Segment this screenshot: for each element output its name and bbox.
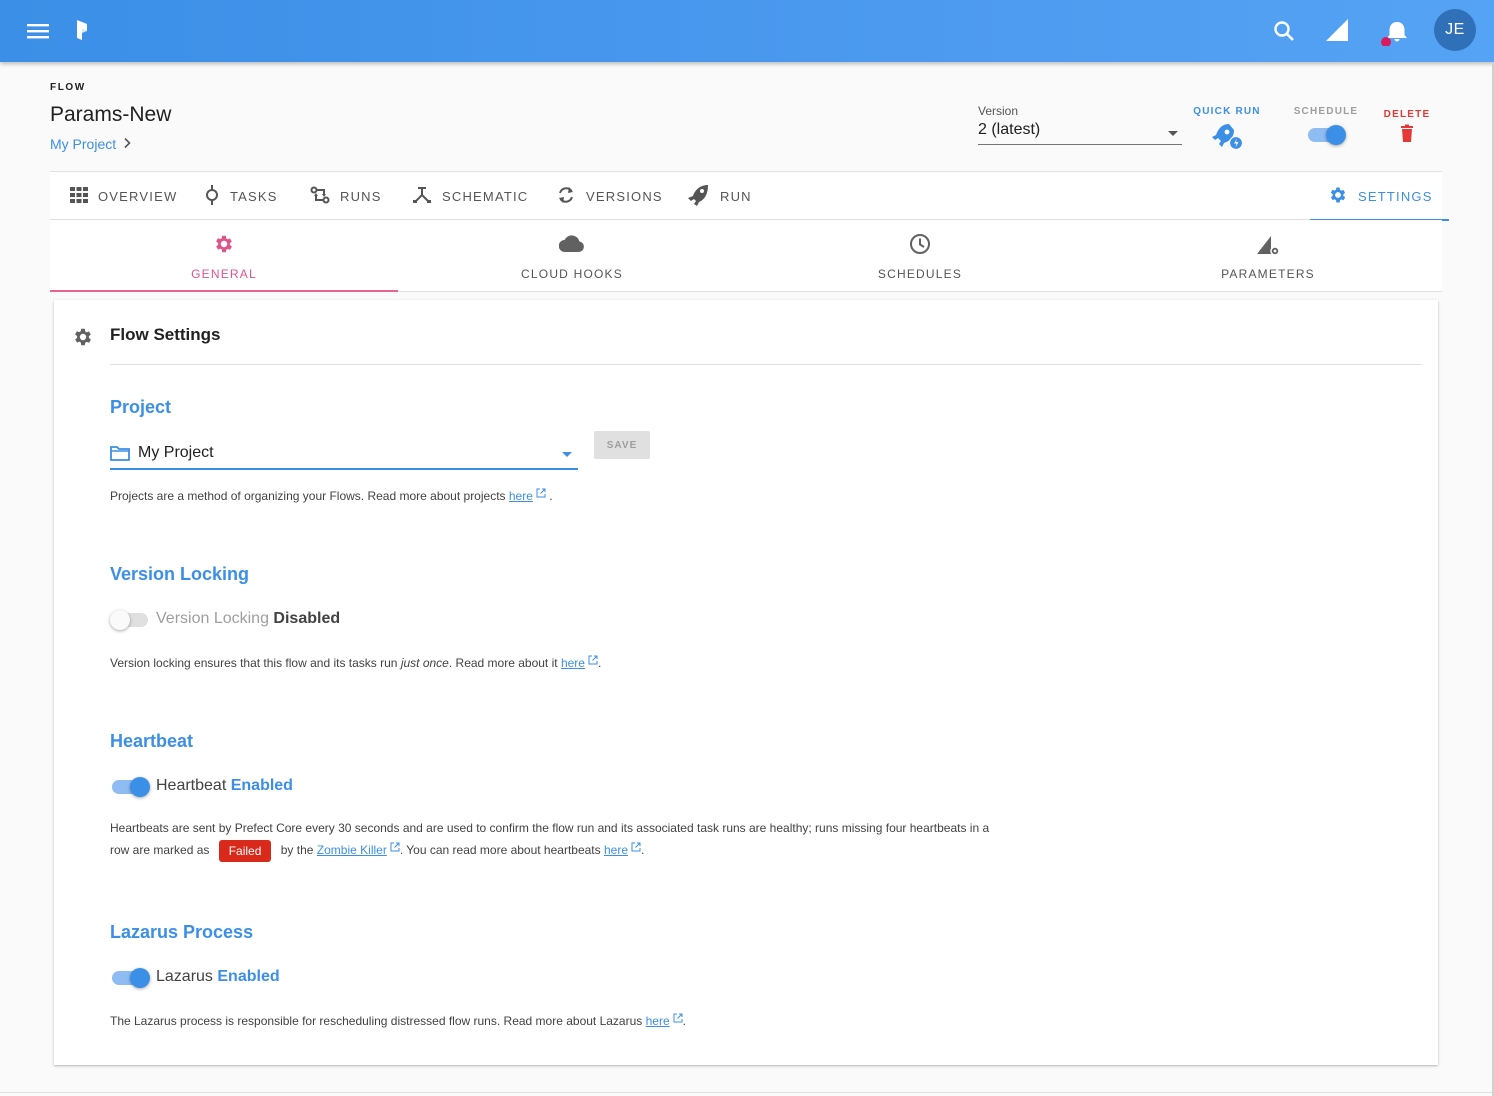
card-title: Flow Settings [110,325,221,344]
tab-runs-label: RUNS [340,188,382,204]
zombie-killer-link[interactable]: Zombie Killer [317,843,387,857]
heartbeat-help-link[interactable]: here [604,843,628,857]
grid-icon [70,186,88,206]
version-locking-switch[interactable] [110,608,150,632]
flow-tabs: OVERVIEW TASKS RUNS SCHEMATIC VERSIONS R… [50,171,1449,221]
tab-settings-label: SETTINGS [1358,188,1433,204]
version-locking-label: Version Locking Disabled [156,610,341,627]
clock-icon [746,233,1094,257]
version-locking-heading: Version Locking [110,564,250,584]
external-link-icon [673,1009,683,1029]
tab-overview-label: OVERVIEW [98,188,178,204]
bell-icon[interactable] [1378,15,1410,47]
tab-versions-label: VERSIONS [586,188,663,204]
tab-settings[interactable]: SETTINGS [1310,172,1449,221]
subtab-schedules[interactable]: SCHEDULES [746,220,1094,291]
external-link-icon [390,838,400,858]
folder-icon [110,445,130,466]
lazarus-label: Lazarus Enabled [156,968,280,985]
quick-run-button[interactable]: QUICK RUN [1192,106,1262,151]
schedule-switch[interactable] [1290,123,1362,147]
heartbeat-label: Heartbeat Enabled [156,777,293,794]
project-heading: Project [110,397,172,417]
project-select-value[interactable]: My Project [138,444,214,462]
subtab-schedules-label: SCHEDULES [877,267,963,281]
heartbeat-heading: Heartbeat [110,731,194,751]
trash-icon [1378,124,1436,144]
lazarus-switch[interactable] [110,966,150,990]
delete-button[interactable]: DELETE [1378,109,1436,144]
version-locking-description: Version locking ensures that this flow a… [110,651,601,673]
parameters-icon [1094,233,1442,257]
project-link[interactable]: My Project [50,136,116,152]
delete-label: DELETE [1383,109,1431,120]
tab-schematic[interactable]: SCHEMATIC [412,172,528,220]
subtab-cloud-hooks[interactable]: CLOUD HOOKS [398,220,746,291]
lazarus-heading: Lazarus Process [110,922,254,942]
avatar[interactable]: JE [1434,9,1476,51]
settings-subtabs: GENERAL CLOUD HOOKS SCHEDULES PARAMETERS [50,220,1442,292]
tab-runs[interactable]: RUNS [310,172,382,220]
gear-icon [1328,185,1348,208]
version-select[interactable]: Version 2 (latest) [978,104,1182,145]
lazarus-help-link[interactable]: here [646,1014,670,1028]
version-label: Version [978,104,1019,118]
rocket-icon [686,184,710,209]
flow-label: FLOW [50,82,86,93]
app-bar: JE [0,0,1494,62]
page-title: Params-New [50,103,172,126]
dropdown-caret-icon[interactable] [562,452,572,457]
prefect-logo[interactable] [70,16,94,44]
divider [0,1092,1494,1093]
flow-settings-card: Flow Settings Project My Project SAVE Pr… [54,300,1438,1065]
tab-overview[interactable]: OVERVIEW [70,172,177,220]
external-link-icon [588,651,598,671]
divider [110,364,1422,365]
subtab-general[interactable]: GENERAL [50,220,398,292]
version-locking-help-link[interactable]: here [561,656,585,670]
heartbeat-switch[interactable] [110,775,150,799]
external-link-icon [536,484,546,504]
tab-run-label: RUN [720,188,752,204]
breadcrumb[interactable]: My Project [50,136,132,152]
external-link-icon [631,838,641,858]
gear-icon [50,233,398,257]
runs-icon [310,186,330,207]
dropdown-caret-icon[interactable] [1168,131,1178,136]
gear-icon [72,326,94,353]
tab-versions[interactable]: VERSIONS [556,172,663,220]
tab-run[interactable]: RUN [686,172,752,220]
project-description: Projects are a method of organizing your… [110,484,553,506]
failed-status-badge: Failed [218,839,272,862]
lazarus-description: The Lazarus process is responsible for r… [110,1009,686,1031]
rocket-bolt-icon [1192,121,1262,151]
subtab-general-label: GENERAL [191,267,257,281]
commit-icon [204,184,220,208]
cloud-icon [398,233,746,257]
project-help-link[interactable]: here [509,489,533,503]
tab-tasks[interactable]: TASKS [204,172,278,220]
subtab-parameters[interactable]: PARAMETERS [1094,220,1442,291]
save-button[interactable]: SAVE [594,431,650,459]
signal-icon[interactable] [1322,16,1352,44]
subtab-cloud-hooks-label: CLOUD HOOKS [521,267,623,281]
schedule-toggle[interactable]: SCHEDULE [1290,106,1362,147]
version-value[interactable]: 2 (latest) [978,121,1040,138]
sync-icon [556,185,576,208]
subtab-parameters-label: PARAMETERS [1221,267,1315,281]
menu-icon[interactable] [24,17,52,45]
project-select[interactable]: My Project [110,440,578,470]
search-icon[interactable] [1270,17,1298,45]
chevron-right-icon [122,136,132,152]
schedule-label: SCHEDULE [1293,106,1359,117]
tab-tasks-label: TASKS [230,188,278,204]
schematic-icon [412,185,432,208]
tab-schematic-label: SCHEMATIC [442,188,529,204]
heartbeat-description: Heartbeats are sent by Prefect Core ever… [110,818,1070,862]
quick-run-label: QUICK RUN [1193,106,1261,117]
